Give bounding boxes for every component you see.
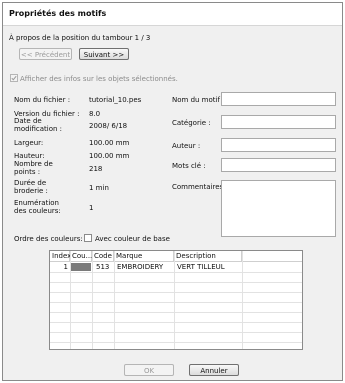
grid-column-line: [242, 251, 243, 349]
colors-count-value: 1: [89, 204, 94, 212]
duration-value: 1 min: [89, 184, 109, 192]
row-brand: EMBROIDERY: [117, 263, 164, 271]
previous-button[interactable]: << Précédent: [19, 48, 72, 60]
grid-row-line: [50, 312, 302, 313]
grid-row-line: [50, 322, 302, 323]
title-bar: Propriétés des motifs: [3, 3, 342, 26]
show-selected-info-checkbox[interactable]: [10, 74, 18, 82]
keywords-field[interactable]: [221, 158, 336, 172]
color-order-label: Ordre des couleurs:: [14, 235, 83, 243]
grid-column-line: [114, 251, 115, 349]
header-index[interactable]: Index: [50, 251, 71, 262]
row-code: 513: [96, 263, 110, 271]
pattern-name-label: Nom du motif :: [172, 96, 225, 104]
color-order-table[interactable]: Index Cou... Code Marque Description 1 5…: [49, 250, 303, 350]
grid-row-line: [50, 302, 302, 303]
header-brand[interactable]: Marque: [114, 251, 174, 262]
header-empty: [242, 251, 302, 262]
comments-label: Commentaires :: [172, 183, 228, 191]
cancel-button[interactable]: Annuler: [189, 364, 239, 376]
keywords-label: Mots clé :: [172, 162, 206, 170]
height-value: 100.00 mm: [89, 152, 130, 160]
duration-label-line1: Durée de: [14, 179, 47, 187]
colors-count-label-line2: des couleurs:: [14, 207, 61, 215]
grid-row-line: [50, 282, 302, 283]
row-index: 1: [63, 263, 68, 271]
grid-row-line: [50, 272, 302, 273]
header-code[interactable]: Code: [92, 251, 114, 262]
filename-label: Nom du fichier :: [14, 96, 71, 104]
category-field[interactable]: [221, 115, 336, 129]
author-field[interactable]: [221, 138, 336, 152]
hoop-position-text: À propos de la position du tambour 1 / 3: [9, 34, 151, 42]
width-value: 100.00 mm: [89, 139, 130, 147]
show-selected-info-label: Afficher des infos sur les objets sélect…: [20, 75, 178, 83]
base-color-label: Avec couleur de base: [95, 235, 170, 243]
base-color-checkbox[interactable]: [84, 234, 92, 242]
grid-column-line: [92, 251, 93, 349]
width-label: Largeur:: [14, 139, 44, 147]
category-label: Catégorie :: [172, 119, 211, 127]
pattern-properties-window: Propriétés des motifs À propos de la pos…: [2, 2, 343, 381]
filename-value: tutorial_10.pes: [89, 96, 142, 104]
thread-color-swatch: [71, 263, 91, 271]
grid-row-line: [50, 332, 302, 333]
row-description: VERT TILLEUL: [177, 263, 225, 271]
window-title: Propriétés des motifs: [9, 9, 107, 18]
duration-label-line2: broderie :: [14, 187, 48, 195]
checkmark-icon: [11, 75, 17, 81]
pattern-name-field[interactable]: [221, 92, 336, 106]
grid-row-line: [50, 292, 302, 293]
points-label-line1: Nombre de: [14, 160, 53, 168]
ok-button[interactable]: OK: [124, 364, 174, 376]
comments-field[interactable]: [221, 180, 336, 237]
author-label: Auteur :: [172, 142, 201, 150]
header-color[interactable]: Cou...: [70, 251, 92, 262]
date-value: 2008/ 6/18: [89, 122, 128, 130]
version-value: 8.0: [89, 110, 101, 118]
height-label: Hauteur:: [14, 152, 45, 160]
points-label-line2: points :: [14, 168, 41, 176]
points-value: 218: [89, 165, 103, 173]
next-button[interactable]: Suivant >>: [79, 48, 129, 60]
grid-column-line: [174, 251, 175, 349]
grid-row-line: [50, 342, 302, 343]
date-label-line2: modification :: [14, 125, 63, 133]
colors-count-label-line1: Enumération: [14, 199, 59, 207]
date-label-line1: Date de: [14, 117, 42, 125]
header-description[interactable]: Description: [174, 251, 242, 262]
